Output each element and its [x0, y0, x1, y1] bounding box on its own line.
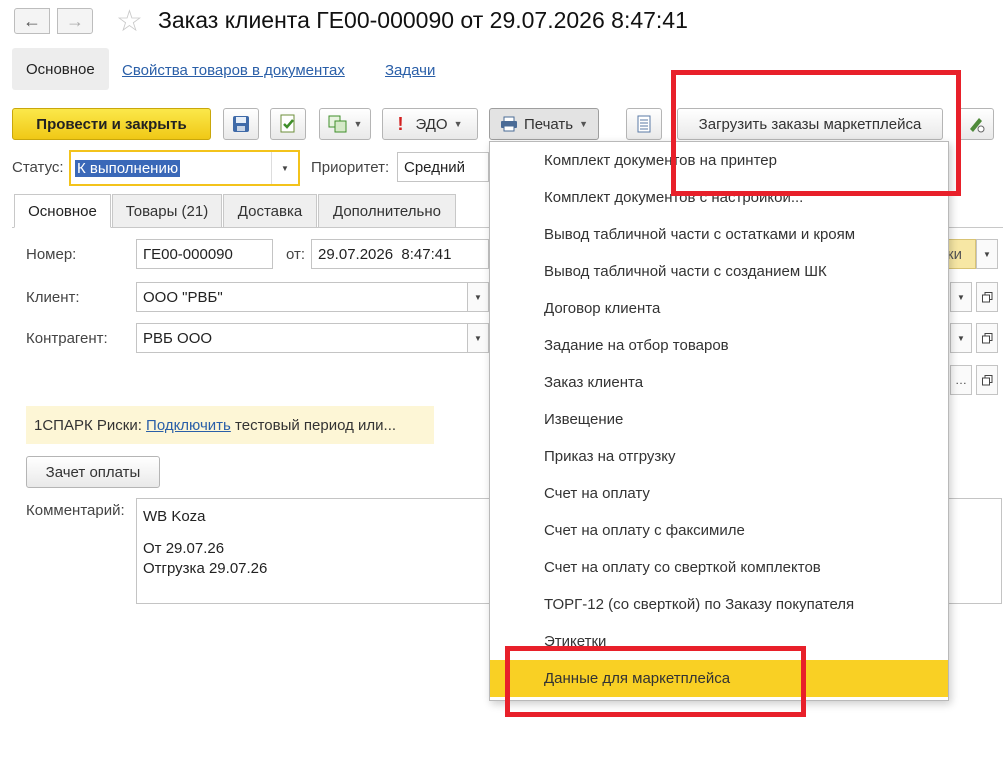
section-tasks-link[interactable]: Задачи [385, 62, 435, 79]
menu-item[interactable]: Вывод табличной части с остатками и кроя… [490, 216, 948, 253]
menu-item[interactable]: Задание на отбор товаров [490, 327, 948, 364]
chevron-down-icon[interactable]: ▼ [271, 152, 298, 184]
exclamation-icon: ! [397, 113, 404, 134]
forward-button[interactable]: → [57, 8, 93, 34]
side-dropdown-button[interactable]: ▼ [976, 239, 998, 269]
spark-connect-link[interactable]: Подключить [146, 417, 231, 434]
menu-item[interactable]: Счет на оплату со сверткой комплектов [490, 549, 948, 586]
edo-button[interactable]: ! ЭДО ▼ [382, 108, 478, 140]
menu-item[interactable]: Вывод табличной части с созданием ШК [490, 253, 948, 290]
priority-label: Приоритет: [311, 159, 390, 176]
status-label: Статус: [12, 159, 64, 176]
client-value: ООО "РВБ" [143, 288, 223, 306]
priority-value: Средний [404, 158, 465, 176]
offset-payment-button[interactable]: Зачет оплаты [26, 456, 160, 488]
edo-label: ЭДО [415, 115, 448, 133]
spark-prefix: 1СПАРК Риски: [34, 416, 147, 434]
page-title: Заказ клиента ГЕ00-000090 от 29.07.2026 … [158, 7, 688, 33]
status-select[interactable]: К выполнению [69, 150, 300, 186]
open-window-icon [981, 291, 992, 302]
tab-additional[interactable]: Дополнительно [318, 194, 456, 228]
star-outline-icon[interactable]: ☆ [116, 4, 143, 39]
spark-banner: 1СПАРК Риски: Подключить тестовый период… [26, 406, 434, 444]
chevron-down-icon: ▼ [353, 119, 363, 129]
client-label: Клиент: [26, 289, 80, 306]
date-value: 29.07.2026 8:47:41 [318, 245, 452, 263]
save-button[interactable] [223, 108, 259, 140]
client-field[interactable]: ООО "РВБ" [136, 282, 468, 312]
tab-delivery[interactable]: Доставка [223, 194, 317, 228]
select-button[interactable]: … [950, 365, 972, 395]
tab-goods[interactable]: Товары (21) [112, 194, 222, 228]
tab-main[interactable]: Основное [14, 194, 111, 228]
date-field[interactable]: 29.07.2026 8:47:41 [311, 239, 489, 269]
menu-item[interactable]: Счет на оплату с факсимиле [490, 512, 948, 549]
back-button[interactable]: ← [14, 8, 50, 34]
contractor-side-dropdown-button[interactable]: ▼ [950, 323, 972, 353]
number-field[interactable]: ГЕ00-000090 [136, 239, 273, 269]
contractor-field[interactable]: РВБ ООО [136, 323, 468, 353]
section-item-properties-link[interactable]: Свойства товаров в документах [122, 62, 345, 79]
create-based-on-icon [328, 115, 347, 133]
report-button[interactable] [626, 108, 662, 140]
print-button[interactable]: Печать ▼ [489, 108, 599, 140]
chevron-down-icon: ▼ [453, 119, 463, 129]
print-menu: Комплект документов на принтер Комплект … [489, 141, 949, 701]
menu-item[interactable]: Заказ клиента [490, 364, 948, 401]
arrow-right-icon: → [66, 10, 84, 31]
list-report-icon [637, 115, 651, 133]
post-button[interactable] [270, 108, 306, 140]
priority-select[interactable]: Средний [397, 152, 489, 182]
client-open-button[interactable] [976, 282, 998, 312]
annotation-box-load-button [671, 70, 961, 196]
menu-item[interactable]: Счет на оплату [490, 475, 948, 512]
contractor-open-button[interactable] [976, 323, 998, 353]
arrow-left-icon: ← [23, 10, 41, 31]
printer-icon [500, 116, 517, 132]
menu-item[interactable]: ТОРГ-12 (со сверткой) по Заказу покупате… [490, 586, 948, 623]
contractor-value: РВБ ООО [143, 329, 213, 347]
edit-button[interactable] [958, 108, 994, 140]
open-button[interactable] [976, 365, 998, 395]
chevron-down-icon: ▼ [579, 119, 589, 129]
create-based-on-button[interactable]: ▼ [319, 108, 371, 140]
side-button-text: ки [947, 245, 962, 263]
menu-item[interactable]: Приказ на отгрузку [490, 438, 948, 475]
client-side-dropdown-button[interactable]: ▼ [950, 282, 972, 312]
date-label: от: [286, 246, 306, 263]
client-dropdown-button[interactable]: ▼ [467, 282, 489, 312]
open-window-icon [981, 332, 992, 343]
floppy-disk-icon [233, 116, 249, 132]
annotation-box-marketplace-item [505, 646, 806, 717]
open-window-icon [981, 374, 992, 385]
menu-item[interactable]: Извещение [490, 401, 948, 438]
post-and-close-button[interactable]: Провести и закрыть [12, 108, 211, 140]
comment-label: Комментарий: [26, 502, 125, 519]
menu-item[interactable]: Договор клиента [490, 290, 948, 327]
spark-suffix: тестовый период или... [230, 416, 397, 434]
contractor-label: Контрагент: [26, 330, 108, 347]
number-label: Номер: [26, 246, 77, 263]
status-value: К выполнению [75, 159, 181, 177]
post-document-icon [280, 114, 295, 133]
contractor-dropdown-button[interactable]: ▼ [467, 323, 489, 353]
number-value: ГЕ00-000090 [143, 245, 233, 263]
print-label: Печать [523, 115, 574, 133]
pencil-icon [970, 118, 985, 133]
section-main[interactable]: Основное [12, 48, 109, 90]
